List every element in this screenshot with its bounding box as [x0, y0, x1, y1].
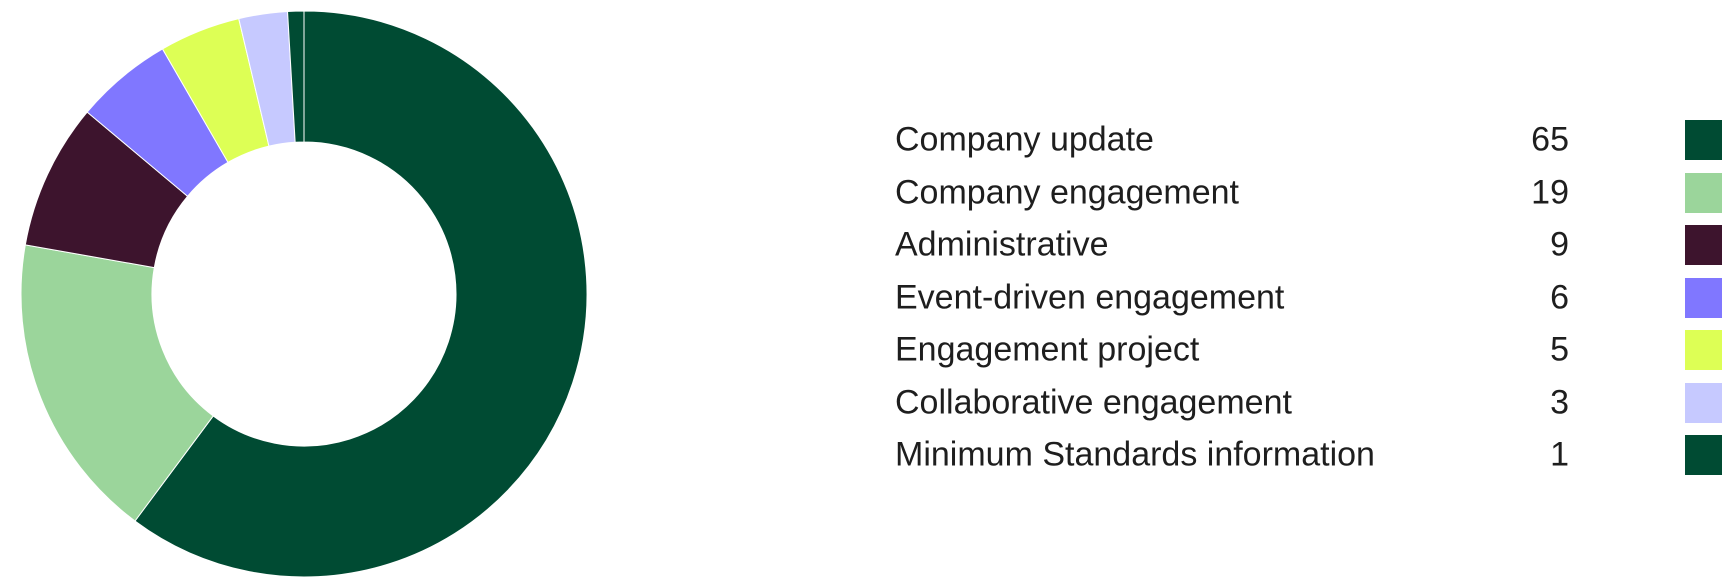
legend-label: Event-driven engagement: [895, 278, 1285, 317]
legend-label: Engagement project: [895, 330, 1200, 369]
legend-item: Administrative 9: [895, 219, 1722, 272]
legend-value: 9: [1550, 225, 1569, 264]
legend-swatch: [1685, 172, 1722, 213]
legend-value: 19: [1531, 173, 1569, 212]
legend-item: Company update 65: [895, 114, 1722, 167]
donut-slices: [20, 10, 588, 577]
legend-value: 5: [1550, 330, 1569, 369]
donut-chart: [20, 10, 588, 577]
legend-swatch: [1685, 382, 1722, 423]
legend-value: 65: [1531, 120, 1569, 159]
legend-swatch: [1685, 225, 1722, 266]
legend-swatch: [1685, 120, 1722, 161]
legend-value: 3: [1550, 383, 1569, 422]
legend-label: Company engagement: [895, 173, 1240, 212]
legend-value: 6: [1550, 278, 1569, 317]
legend-swatch: [1685, 277, 1722, 318]
legend-item: Minimum Standards information 1: [895, 429, 1722, 482]
legend-value: 1: [1550, 435, 1569, 474]
legend: Company update 65 Company engagement 19 Admi…: [895, 114, 1722, 482]
legend-item: Company engagement 19: [895, 167, 1722, 220]
legend-swatch: [1685, 435, 1722, 476]
legend-item: Event-driven engagement 6: [895, 272, 1722, 325]
legend-swatch: [1685, 330, 1722, 371]
legend-label: Collaborative engagement: [895, 383, 1292, 422]
legend-item: Collaborative engagement 3: [895, 377, 1722, 430]
legend-label: Company update: [895, 120, 1154, 159]
legend-label: Minimum Standards information: [895, 435, 1375, 474]
legend-label: Administrative: [895, 225, 1109, 264]
legend-item: Engagement project 5: [895, 324, 1722, 377]
